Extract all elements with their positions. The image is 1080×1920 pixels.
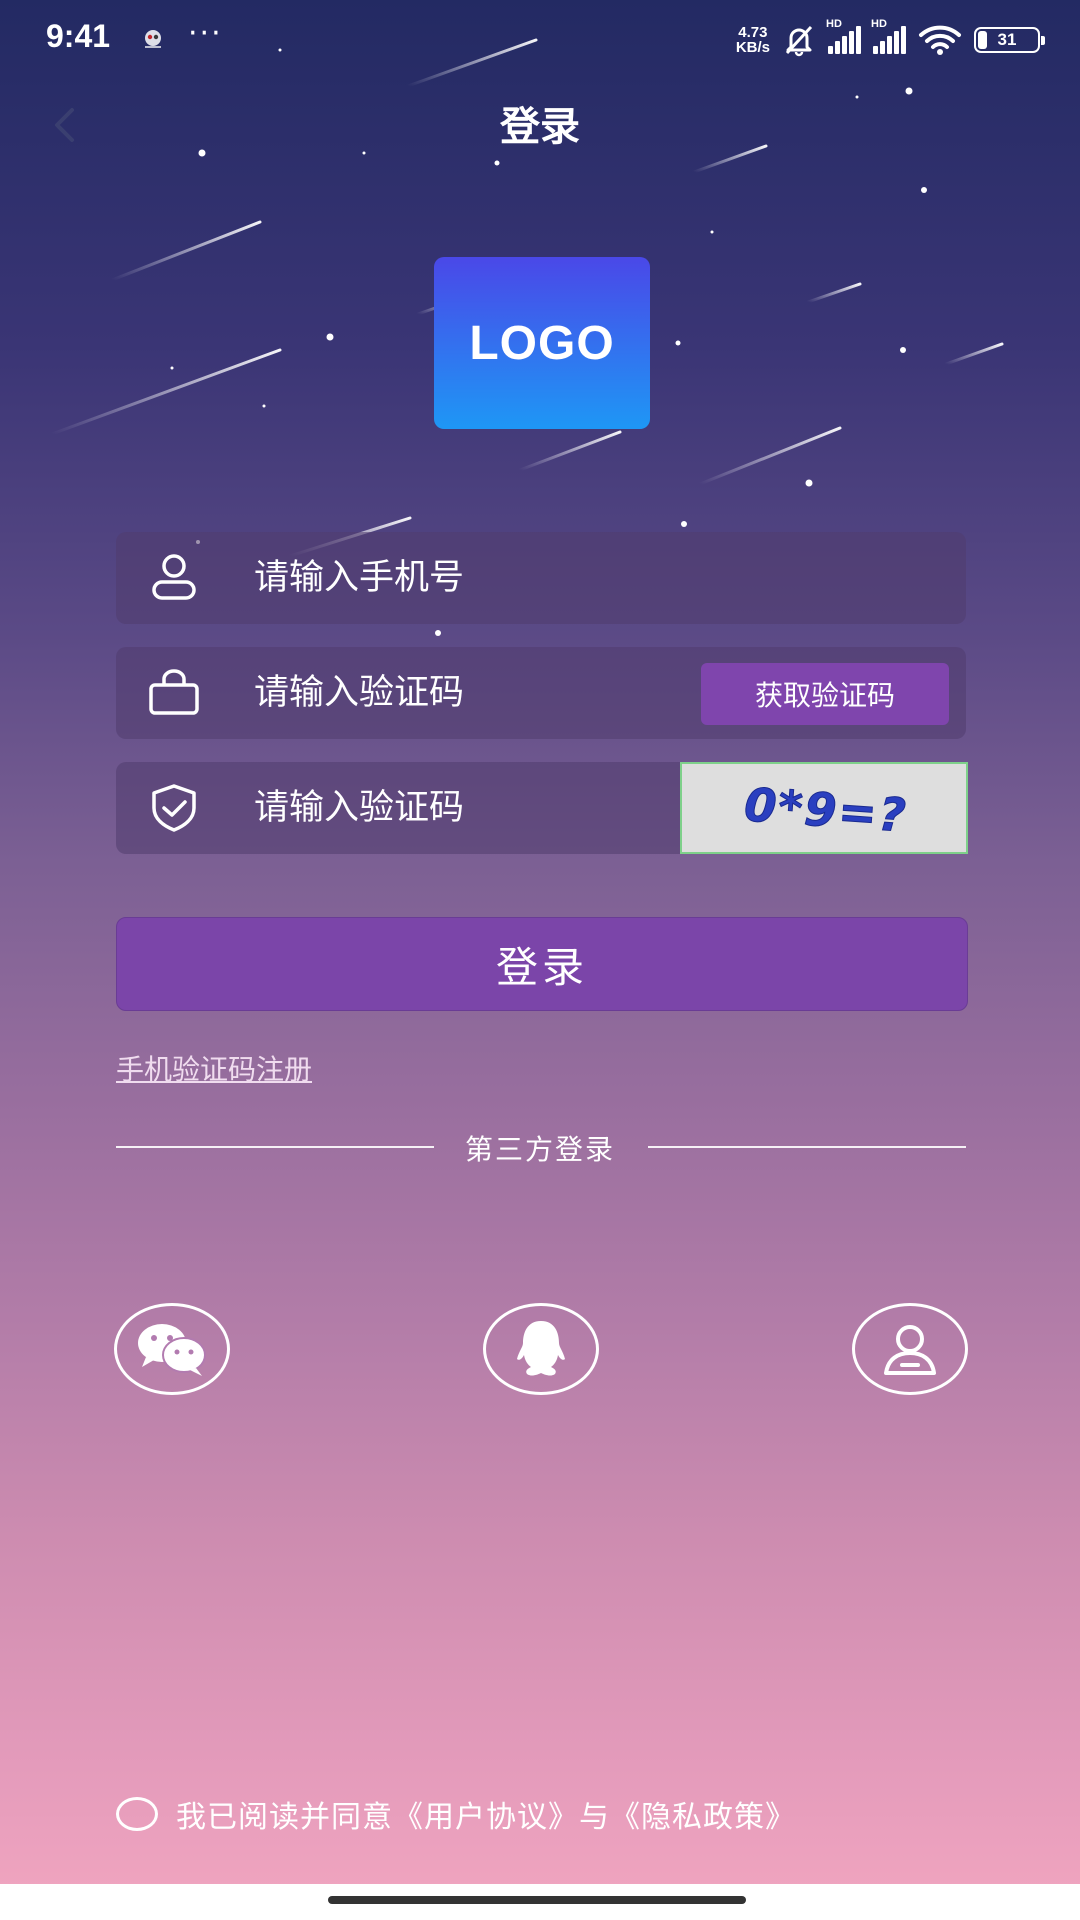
- app-notification-icon: [145, 30, 161, 48]
- qq-login-button[interactable]: [483, 1303, 599, 1395]
- login-button[interactable]: 登录: [116, 917, 968, 1011]
- divider-right: [648, 1146, 966, 1148]
- app-logo: LOGO: [434, 257, 650, 429]
- status-bar: 9:41 ··· 4.73 KB/s HD HD 31: [0, 0, 1080, 80]
- signal-sim1-icon: HD: [826, 18, 861, 54]
- mute-bell-icon: [785, 25, 813, 57]
- shield-check-icon: [152, 784, 196, 832]
- battery-icon: 31: [974, 27, 1045, 53]
- third-party-title: 第三方登录: [464, 1133, 615, 1166]
- battery-level: [978, 31, 987, 49]
- battery-percent: 31: [997, 30, 1017, 49]
- sms-code-input[interactable]: [254, 647, 614, 739]
- network-speed-value: 4.73: [738, 24, 768, 41]
- captcha-input[interactable]: [254, 762, 594, 854]
- signal-sim2-icon: HD: [871, 18, 906, 54]
- more-notifications-icon: ···: [188, 16, 223, 51]
- captcha-text: 0*9=?: [743, 777, 910, 842]
- captcha-image[interactable]: 0*9=?: [680, 762, 968, 854]
- sms-register-link[interactable]: 手机验证码注册: [116, 1048, 312, 1088]
- status-indicators: 4.73 KB/s HD HD 31: [736, 18, 1045, 58]
- agreement-checkbox[interactable]: [116, 1797, 158, 1831]
- account-login-button[interactable]: [852, 1303, 968, 1395]
- logo-text: LOGO: [469, 316, 615, 370]
- agreement-text[interactable]: 我已阅读并同意《用户协议》与《隐私政策》: [176, 1792, 796, 1836]
- phone-input[interactable]: [254, 532, 774, 624]
- sim2-hd-label: HD: [871, 18, 887, 30]
- qq-icon: [517, 1321, 565, 1376]
- get-code-button[interactable]: 获取验证码: [701, 663, 949, 725]
- wechat-icon: [138, 1324, 206, 1376]
- sms-code-field: 获取验证码: [116, 647, 966, 739]
- home-indicator[interactable]: [328, 1896, 746, 1904]
- agreement-row: 我已阅读并同意《用户协议》与《隐私政策》: [116, 1792, 796, 1836]
- wifi-icon: [919, 25, 961, 55]
- network-speed-unit: KB/s: [735, 39, 770, 56]
- user-icon: [152, 554, 196, 600]
- phone-field: [116, 532, 966, 624]
- sim1-hd-label: HD: [826, 18, 842, 30]
- wechat-login-button[interactable]: [114, 1303, 230, 1395]
- network-speed: 4.73 KB/s: [736, 25, 770, 55]
- lock-icon: [149, 669, 199, 715]
- user-icon: [884, 1325, 936, 1375]
- captcha-field: 0*9=?: [116, 762, 968, 854]
- page-title: 登录: [500, 104, 580, 150]
- status-time: 9:41: [46, 18, 111, 54]
